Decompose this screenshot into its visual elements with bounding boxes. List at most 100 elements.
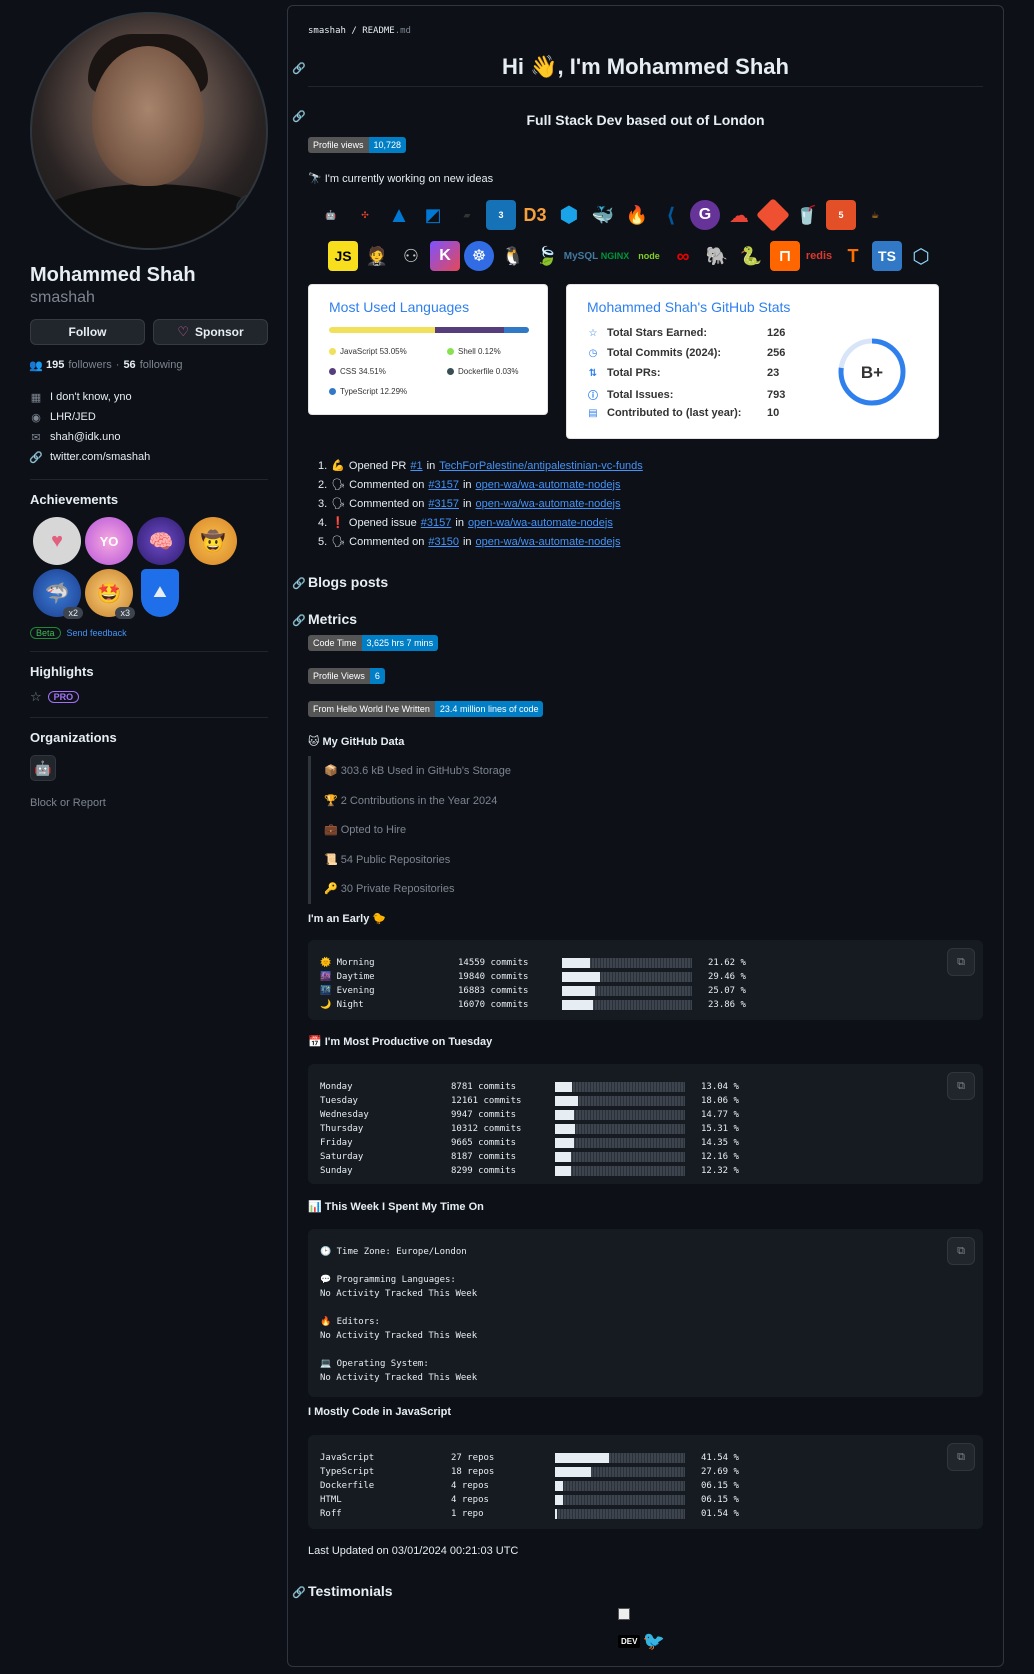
anchor-link-icon[interactable]: 🔗: [292, 577, 306, 590]
copy-button[interactable]: ⧉: [947, 948, 975, 976]
python-icon[interactable]: 🐍: [736, 241, 766, 271]
following-label[interactable]: following: [140, 359, 183, 371]
rabbitmq-icon[interactable]: ⊓: [770, 241, 800, 271]
nginx-icon[interactable]: NGINX: [600, 241, 630, 271]
azure-devops-icon[interactable]: ◩: [418, 200, 448, 230]
bash-icon[interactable]: ▰: [452, 200, 482, 230]
achievement-starstruck[interactable]: 🤩 x3: [85, 569, 135, 619]
avatar[interactable]: 🏠: [30, 12, 268, 250]
progress-bar: [555, 1082, 685, 1092]
activity-emoji-icon: 🗣: [331, 536, 346, 548]
mysql-icon[interactable]: MySQL: [564, 241, 598, 271]
row-count: 14559 commits: [458, 958, 529, 968]
stat-line: 🌞 Morning 14559 commits 21.62 %: [320, 956, 971, 970]
following-count[interactable]: 56: [123, 359, 135, 371]
row-label: Sunday: [320, 1166, 353, 1176]
twitter-icon[interactable]: 🐦: [642, 1631, 664, 1652]
postgresql-icon[interactable]: 🐘: [702, 241, 732, 271]
mongodb-icon[interactable]: 🍃: [532, 241, 562, 271]
achievement-arctic-code-vault[interactable]: ⛰: [141, 569, 179, 617]
docker-icon[interactable]: 🐳: [588, 200, 618, 230]
row-percent: 14.35 %: [701, 1138, 739, 1148]
achievement-pull-shark[interactable]: 🦈 x2: [33, 569, 83, 619]
profile-views-badge[interactable]: Profile views 10,728: [308, 137, 407, 153]
gatsby-icon[interactable]: G: [690, 200, 720, 230]
dev-icon[interactable]: DEV: [618, 1635, 641, 1648]
block-or-report-link[interactable]: Block or Report: [30, 797, 268, 809]
anchor-link-icon[interactable]: 🔗: [292, 62, 306, 75]
email-link[interactable]: shah@idk.uno: [50, 431, 121, 443]
webpack-icon[interactable]: ⬡: [906, 241, 936, 271]
activity-repo-link[interactable]: open-wa/wa-automate-nodejs: [476, 498, 621, 510]
css3-icon[interactable]: 3: [486, 200, 516, 230]
firebase-icon[interactable]: 🔥: [622, 200, 652, 230]
nodejs-icon[interactable]: node: [634, 241, 664, 271]
kubernetes-icon[interactable]: ☸: [464, 241, 494, 271]
kafka-icon[interactable]: ⚇: [396, 241, 426, 271]
breadcrumb-file[interactable]: README: [362, 26, 395, 36]
website-link[interactable]: twitter.com/smashah: [50, 451, 150, 463]
row-label: Dockerfile: [320, 1481, 375, 1491]
google-cloud-icon[interactable]: ☁: [724, 200, 754, 230]
activity-ref-link[interactable]: #3157: [421, 517, 452, 529]
activity-ref-link[interactable]: #3157: [428, 498, 459, 510]
lang-item: JavaScript 53.05%: [329, 347, 407, 356]
sponsor-button[interactable]: ♡ Sponsor: [153, 319, 268, 345]
android-icon[interactable]: 🤖: [316, 200, 346, 230]
progress-bar: [562, 986, 692, 996]
profile-views-metric-badge[interactable]: Profile Views 6: [308, 668, 385, 684]
copy-button[interactable]: ⧉: [947, 1072, 975, 1100]
stat-line: Wednesday 9947 commits 14.77 %: [320, 1108, 971, 1122]
gcp-hex-icon[interactable]: ⬢: [554, 200, 584, 230]
breadcrumb-user[interactable]: smashah: [308, 26, 346, 36]
copy-button[interactable]: ⧉: [947, 1237, 975, 1265]
activity-repo-link[interactable]: open-wa/wa-automate-nodejs: [476, 479, 621, 491]
tensorflow-icon[interactable]: T: [838, 241, 868, 271]
gulp-icon[interactable]: 🥤: [792, 200, 822, 230]
javascript-icon[interactable]: JS: [328, 241, 358, 271]
activity-ref-link[interactable]: #1: [410, 460, 422, 472]
activity-ref-link[interactable]: #3150: [428, 536, 459, 548]
progress-bar: [555, 1453, 685, 1463]
linux-icon[interactable]: 🐧: [498, 241, 528, 271]
anchor-link-icon[interactable]: 🔗: [292, 1586, 306, 1599]
d3js-icon[interactable]: D3: [520, 200, 550, 230]
blogs-heading: Blogs posts: [308, 574, 389, 590]
lines-of-code-badge[interactable]: From Hello World I've Written 23.4 milli…: [308, 701, 544, 717]
typescript-icon[interactable]: TS: [872, 241, 902, 271]
activity-repo-link[interactable]: open-wa/wa-automate-nodejs: [468, 517, 613, 529]
code-time-badge[interactable]: Code Time 3,625 hrs 7 mins: [308, 635, 439, 651]
send-feedback-link[interactable]: Send feedback: [67, 628, 127, 638]
row-percent: 29.46 %: [708, 972, 746, 982]
flutter-icon[interactable]: ⟨: [656, 200, 686, 230]
most-used-languages-card[interactable]: Most Used Languages JavaScript 53.05% CS…: [308, 284, 548, 415]
activity-repo-link[interactable]: open-wa/wa-automate-nodejs: [476, 536, 621, 548]
achievement-quickdraw[interactable]: 🤠: [189, 517, 237, 565]
activity-ref-link[interactable]: #3157: [428, 479, 459, 491]
html5-icon[interactable]: 5: [826, 200, 856, 230]
copy-button[interactable]: ⧉: [947, 1443, 975, 1471]
anchor-link-icon[interactable]: 🔗: [292, 614, 306, 627]
organization-avatar[interactable]: 🤖: [30, 755, 56, 781]
kotlin-icon[interactable]: K: [430, 241, 460, 271]
openshift-icon[interactable]: ∞: [668, 241, 698, 271]
followers-count[interactable]: 195: [46, 359, 64, 371]
azure-icon[interactable]: ▲: [384, 200, 414, 230]
activity-repo-link[interactable]: TechForPalestine/antipalestinian-vc-fund…: [439, 460, 643, 472]
anchor-link-icon[interactable]: 🔗: [292, 110, 306, 123]
achievement-heart-on-sleeve[interactable]: ♥: [33, 517, 81, 565]
github-stats-card[interactable]: Mohammed Shah's GitHub Stats ☆ Total Star…: [566, 284, 939, 439]
achievement-yolo[interactable]: YO: [85, 517, 133, 565]
java-icon[interactable]: ☕: [860, 200, 890, 230]
redis-icon[interactable]: redis: [804, 241, 834, 271]
repo-icon: ▤: [588, 407, 598, 419]
progress-fill: [555, 1481, 563, 1491]
git-icon[interactable]: [756, 198, 790, 232]
followers-label[interactable]: followers: [68, 359, 111, 371]
airflow-icon[interactable]: ✣: [350, 200, 380, 230]
status-emoji[interactable]: 🏠: [236, 194, 266, 226]
achievements-title[interactable]: Achievements: [30, 492, 268, 507]
achievement-galaxy-brain[interactable]: 🧠: [137, 517, 185, 565]
jenkins-icon[interactable]: 🤵: [362, 241, 392, 271]
follow-button[interactable]: Follow: [30, 319, 145, 345]
